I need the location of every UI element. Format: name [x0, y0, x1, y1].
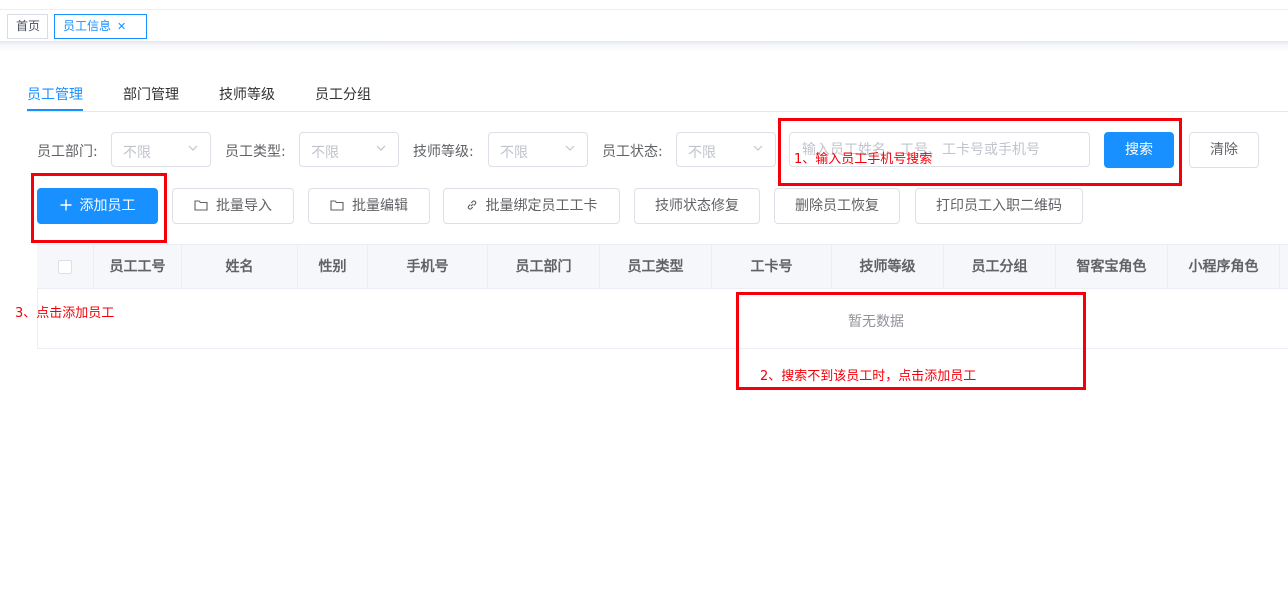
filter-label-status: 员工状态: — [602, 144, 663, 160]
tab-employee-management[interactable]: 员工管理 — [27, 84, 83, 104]
chevron-down-icon — [188, 145, 198, 151]
close-icon[interactable]: ✕ — [117, 15, 126, 38]
folder-icon — [194, 199, 208, 211]
column-header-gender[interactable]: 性别 — [298, 245, 368, 289]
department-select[interactable]: 不限 — [111, 132, 211, 167]
chevron-down-icon — [376, 145, 386, 151]
column-header-miniprogram-role[interactable]: 小程序角色 — [1168, 245, 1280, 289]
batch-bind-card-button[interactable]: 批量绑定员工工卡 — [443, 188, 620, 224]
filter-label-level: 技师等级: — [413, 144, 474, 160]
level-select[interactable]: 不限 — [488, 132, 588, 167]
tab-bar-divider — [0, 9, 1288, 10]
tab-employee-group[interactable]: 员工分组 — [315, 84, 371, 104]
batch-edit-button[interactable]: 批量编辑 — [308, 188, 430, 224]
column-header-employee-type[interactable]: 员工类型 — [600, 245, 712, 289]
batch-import-button[interactable]: 批量导入 — [172, 188, 294, 224]
column-header-phone[interactable]: 手机号 — [368, 245, 488, 289]
batch-import-label: 批量导入 — [216, 198, 272, 214]
filter-label-type: 员工类型: — [225, 144, 286, 160]
column-header-card-no[interactable]: 工卡号 — [712, 245, 832, 289]
type-select[interactable]: 不限 — [299, 132, 399, 167]
column-header-employee-no[interactable]: 员工工号 — [94, 245, 182, 289]
table-body: 暂无数据 — [37, 289, 1288, 349]
chevron-down-icon — [565, 145, 575, 151]
status-select-value: 不限 — [688, 145, 716, 161]
batch-edit-label: 批量编辑 — [352, 198, 408, 214]
table-header-select-cell — [37, 245, 94, 289]
restore-deleted-employee-button[interactable]: 删除员工恢复 — [774, 188, 900, 224]
link-icon — [467, 199, 476, 210]
sub-tabs-divider — [27, 111, 1288, 112]
tab-bar-shadow — [0, 41, 1288, 52]
level-select-value: 不限 — [500, 145, 528, 161]
column-header-department[interactable]: 员工部门 — [488, 245, 600, 289]
annotation-step1: 1、输入员工手机号搜索 — [794, 152, 933, 167]
technician-status-repair-button[interactable]: 技师状态修复 — [634, 188, 760, 224]
column-header-zhikebao-role[interactable]: 智客宝角色 — [1056, 245, 1168, 289]
annotation-step3: 3、点击添加员工 — [15, 306, 115, 321]
print-onboarding-qrcode-button[interactable]: 打印员工入职二维码 — [915, 188, 1083, 224]
column-header-name[interactable]: 姓名 — [182, 245, 298, 289]
select-all-checkbox[interactable] — [58, 260, 72, 274]
clear-button[interactable]: 清除 — [1189, 132, 1259, 168]
type-select-value: 不限 — [311, 145, 339, 161]
status-select[interactable]: 不限 — [676, 132, 776, 167]
page-tab-home[interactable]: 首页 — [7, 14, 48, 39]
department-select-value: 不限 — [123, 145, 151, 161]
page-tab-bar: 首页 员工信息 ✕ — [0, 0, 1288, 52]
annotation-box-add — [31, 173, 167, 243]
page-tab-employee-info-label: 员工信息 — [63, 19, 112, 33]
annotation-step2: 2、搜索不到该员工时，点击添加员工 — [760, 369, 977, 384]
folder-icon — [330, 199, 344, 211]
tab-technician-level[interactable]: 技师等级 — [219, 84, 275, 104]
filter-label-department: 员工部门: — [37, 144, 98, 160]
column-header-technician-level[interactable]: 技师等级 — [832, 245, 944, 289]
table-header: 员工工号 姓名 性别 手机号 员工部门 员工类型 工卡号 技师等级 员工分组 智… — [37, 244, 1288, 289]
page-tab-employee-info[interactable]: 员工信息 ✕ — [54, 14, 147, 39]
tab-department-management[interactable]: 部门管理 — [123, 84, 179, 104]
column-header-employee-group[interactable]: 员工分组 — [944, 245, 1056, 289]
chevron-down-icon — [753, 145, 763, 151]
page-tab-home-label: 首页 — [16, 19, 41, 33]
batch-bind-card-label: 批量绑定员工工卡 — [485, 198, 598, 214]
